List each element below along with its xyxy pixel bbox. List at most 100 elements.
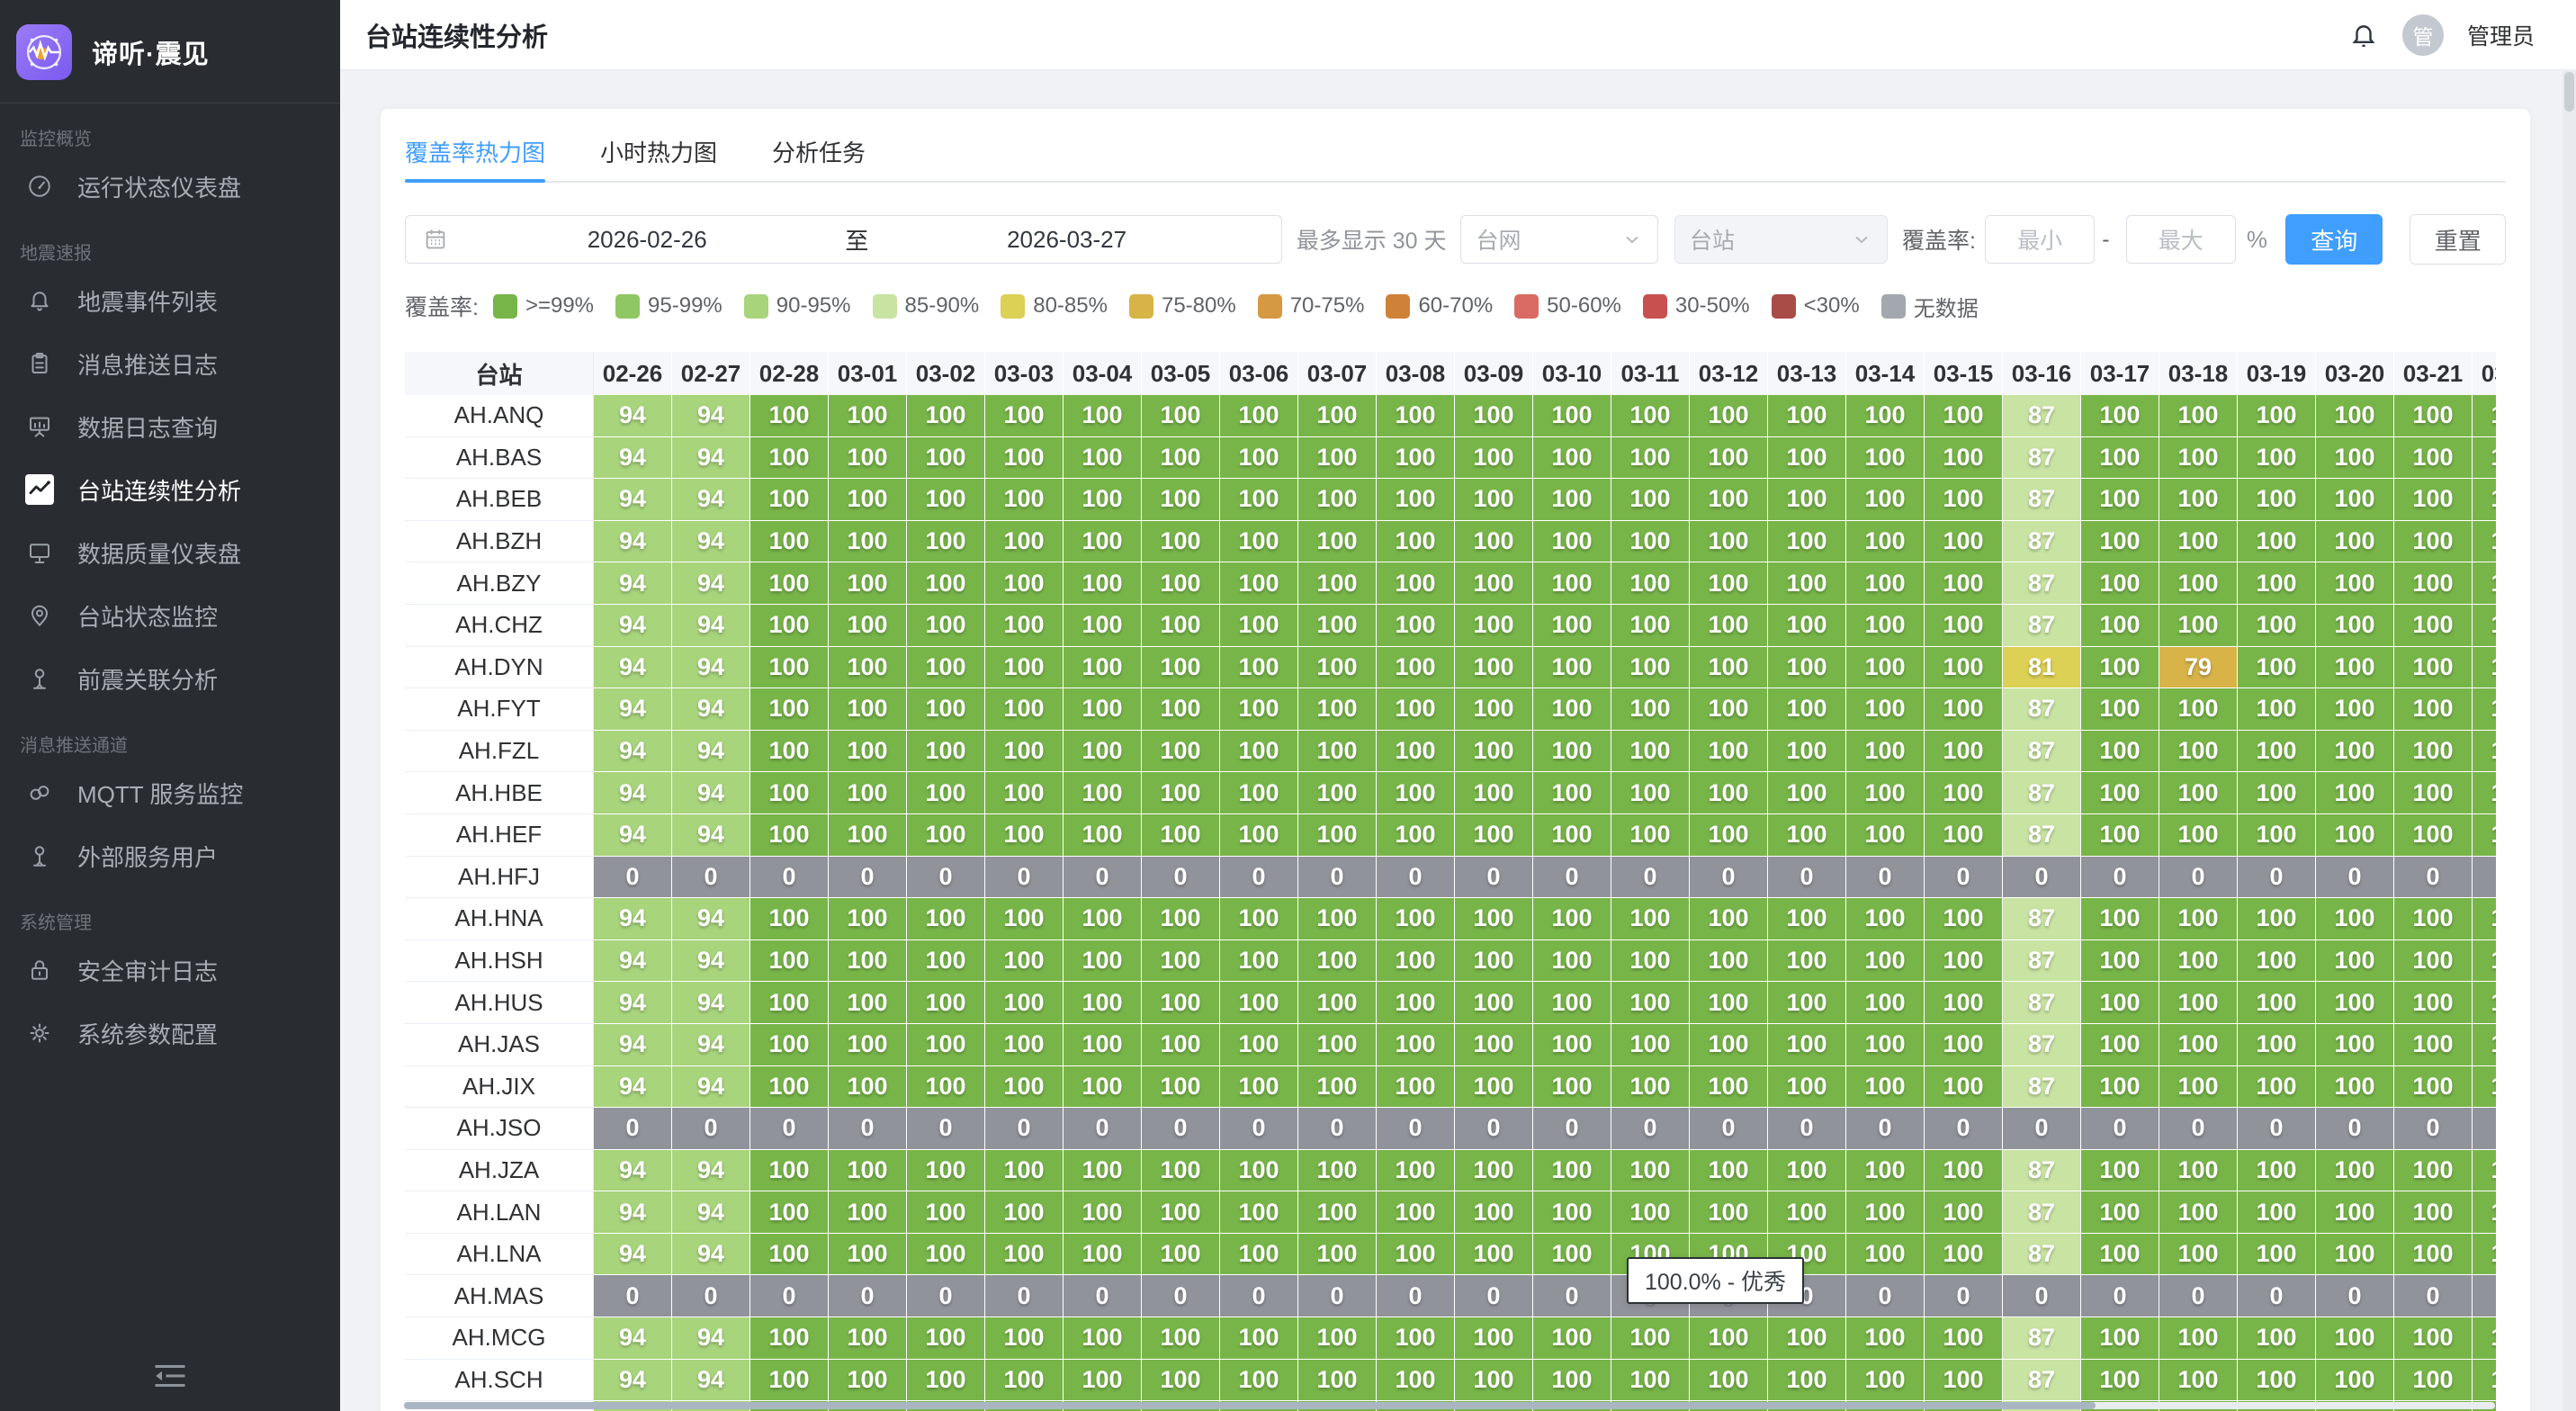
coverage-cell[interactable]: 0 [1298, 857, 1377, 899]
coverage-cell[interactable]: 100 [1455, 1024, 1533, 1066]
coverage-cell[interactable]: 100 [1377, 940, 1455, 983]
coverage-cell[interactable]: 94 [672, 1360, 750, 1402]
coverage-cell[interactable]: 100 [907, 1317, 985, 1360]
coverage-cell[interactable]: 100 [2081, 1066, 2159, 1109]
coverage-cell[interactable]: 87 [2003, 1234, 2081, 1276]
coverage-cell[interactable]: 100 [1533, 1024, 1611, 1066]
coverage-cell[interactable]: 100 [907, 1191, 985, 1234]
coverage-cell[interactable]: 100 [1298, 982, 1377, 1024]
coverage-cell[interactable]: 87 [2003, 605, 2081, 647]
coverage-cell[interactable]: 100 [1768, 772, 1846, 814]
coverage-cell[interactable]: 100 [1220, 1317, 1298, 1360]
horizontal-scrollbar-thumb[interactable] [404, 1402, 2096, 1409]
coverage-cell[interactable]: 100 [1142, 605, 1220, 647]
coverage-cell[interactable]: 100 [750, 1360, 829, 1402]
coverage-cell[interactable]: 100 [1064, 940, 1142, 983]
coverage-cell[interactable]: 100 [1220, 1234, 1298, 1276]
coverage-cell[interactable]: 0 [2473, 1275, 2496, 1317]
sidebar-item[interactable]: 系统参数配置 [0, 1002, 340, 1065]
coverage-cell[interactable]: 100 [1455, 562, 1533, 605]
coverage-cell[interactable]: 100 [2473, 731, 2496, 773]
coverage-cell[interactable]: 100 [985, 1191, 1064, 1234]
coverage-cell[interactable]: 100 [1533, 898, 1611, 940]
coverage-cell[interactable]: 100 [1220, 688, 1298, 731]
coverage-cell[interactable]: 100 [2238, 1317, 2316, 1360]
coverage-cell[interactable]: 100 [1064, 772, 1142, 814]
coverage-cell[interactable]: 100 [2394, 562, 2473, 605]
coverage-cell[interactable]: 100 [2473, 395, 2496, 437]
coverage-cell[interactable]: 100 [2473, 1360, 2496, 1402]
coverage-cell[interactable]: 100 [1455, 1317, 1533, 1360]
coverage-cell[interactable]: 0 [1455, 1108, 1533, 1150]
coverage-cell[interactable]: 100 [2316, 521, 2394, 563]
coverage-cell[interactable]: 100 [1690, 1317, 1768, 1360]
sidebar-item[interactable]: 地震事件列表 [0, 269, 340, 332]
coverage-cell[interactable]: 100 [1690, 1150, 1768, 1192]
coverage-cell[interactable]: 100 [985, 437, 1064, 480]
coverage-cell[interactable]: 94 [594, 395, 672, 437]
coverage-cell[interactable]: 100 [1298, 731, 1377, 773]
coverage-cell[interactable]: 100 [1690, 1024, 1768, 1066]
coverage-cell[interactable]: 100 [2159, 562, 2238, 605]
coverage-cell[interactable]: 100 [829, 1360, 907, 1402]
coverage-cell[interactable]: 100 [1064, 1150, 1142, 1192]
coverage-cell[interactable]: 100 [2394, 395, 2473, 437]
coverage-cell[interactable]: 94 [672, 479, 750, 521]
coverage-cell[interactable]: 100 [1611, 982, 1690, 1024]
coverage-cell[interactable]: 100 [1064, 1360, 1142, 1402]
sidebar-item[interactable]: 数据日志查询 [0, 395, 340, 458]
coverage-cell[interactable]: 100 [1925, 1150, 2003, 1192]
coverage-cell[interactable]: 100 [1142, 1066, 1220, 1109]
coverage-cell[interactable]: 100 [1298, 395, 1377, 437]
coverage-cell[interactable]: 100 [829, 1150, 907, 1192]
coverage-cell[interactable]: 0 [1925, 1275, 2003, 1317]
coverage-cell[interactable]: 100 [829, 562, 907, 605]
coverage-cell[interactable]: 100 [1768, 940, 1846, 983]
coverage-cell[interactable]: 100 [907, 562, 985, 605]
coverage-cell[interactable]: 100 [829, 521, 907, 563]
coverage-cell[interactable]: 94 [594, 731, 672, 773]
coverage-cell[interactable]: 0 [2159, 857, 2238, 899]
coverage-cell[interactable]: 100 [750, 647, 829, 689]
coverage-cell[interactable]: 100 [1611, 731, 1690, 773]
coverage-cell[interactable]: 100 [2081, 647, 2159, 689]
coverage-cell[interactable]: 100 [1768, 688, 1846, 731]
coverage-cell[interactable]: 100 [907, 479, 985, 521]
coverage-cell[interactable]: 87 [2003, 521, 2081, 563]
coverage-cell[interactable]: 100 [1142, 1150, 1220, 1192]
coverage-cell[interactable]: 100 [2394, 1150, 2473, 1192]
coverage-cell[interactable]: 100 [1220, 1150, 1298, 1192]
coverage-cell[interactable]: 100 [1533, 605, 1611, 647]
sidebar-item[interactable]: 安全审计日志 [0, 939, 340, 1002]
coverage-cell[interactable]: 100 [2238, 1360, 2316, 1402]
coverage-cell[interactable]: 94 [672, 1191, 750, 1234]
coverage-cell[interactable]: 100 [750, 1191, 829, 1234]
coverage-cell[interactable]: 100 [1533, 1150, 1611, 1192]
coverage-cell[interactable]: 0 [1298, 1275, 1377, 1317]
coverage-cell[interactable]: 0 [1455, 1275, 1533, 1317]
coverage-cell[interactable]: 100 [1142, 1317, 1220, 1360]
coverage-cell[interactable]: 100 [907, 521, 985, 563]
coverage-cell[interactable]: 100 [1611, 395, 1690, 437]
coverage-cell[interactable]: 100 [1611, 1150, 1690, 1192]
coverage-cell[interactable]: 100 [985, 521, 1064, 563]
coverage-cell[interactable]: 100 [1377, 437, 1455, 480]
coverage-cell[interactable]: 100 [1846, 1191, 1925, 1234]
coverage-cell[interactable]: 100 [985, 647, 1064, 689]
coverage-cell[interactable]: 100 [2394, 1024, 2473, 1066]
coverage-cell[interactable]: 0 [2238, 1108, 2316, 1150]
coverage-cell[interactable]: 100 [1377, 1066, 1455, 1109]
coverage-cell[interactable]: 0 [2238, 1275, 2316, 1317]
coverage-cell[interactable]: 100 [2238, 1191, 2316, 1234]
coverage-cell[interactable]: 0 [2003, 1275, 2081, 1317]
coverage-cell[interactable]: 0 [1220, 1108, 1298, 1150]
coverage-cell[interactable]: 87 [2003, 395, 2081, 437]
coverage-cell[interactable]: 100 [1455, 898, 1533, 940]
coverage-cell[interactable]: 100 [1220, 898, 1298, 940]
coverage-cell[interactable]: 100 [2159, 1066, 2238, 1109]
coverage-cell[interactable]: 100 [1064, 479, 1142, 521]
coverage-cell[interactable]: 100 [2394, 479, 2473, 521]
coverage-cell[interactable]: 100 [750, 437, 829, 480]
coverage-cell[interactable]: 100 [1611, 814, 1690, 857]
coverage-cell[interactable]: 100 [2316, 605, 2394, 647]
